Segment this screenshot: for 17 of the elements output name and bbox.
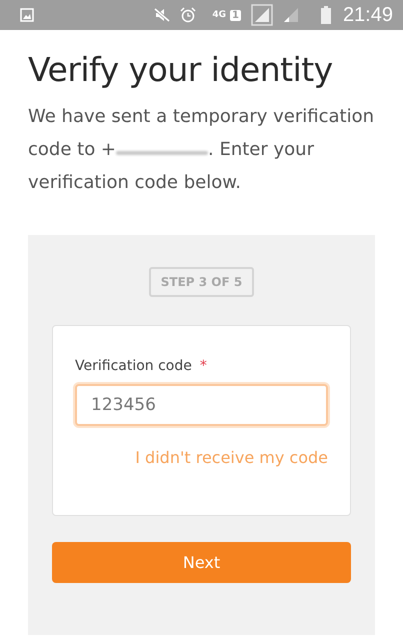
verification-code-field[interactable]: 123456: [75, 384, 328, 426]
page-title: Verify your identity: [28, 50, 334, 90]
sim-number: 1: [230, 10, 241, 20]
signal-icon: [250, 4, 273, 26]
next-button[interactable]: Next: [52, 542, 351, 583]
battery-icon: [320, 6, 331, 24]
field-label: Verification code: [75, 358, 192, 374]
instruction-text: We have sent a temporary verification code to + . Enter your verification code below.: [28, 105, 375, 195]
muted-speaker-icon: [154, 7, 170, 23]
image-icon: [20, 8, 34, 22]
signal-icon: [282, 7, 299, 23]
network-type: 4G: [212, 10, 226, 20]
required-mark: *: [200, 358, 207, 374]
clock-time: 21:49: [342, 4, 393, 26]
alarm-icon: [180, 7, 196, 23]
resend-code-link[interactable]: I didn't receive my code: [135, 448, 328, 467]
step-indicator: STEP 3 OF 5: [148, 267, 254, 297]
